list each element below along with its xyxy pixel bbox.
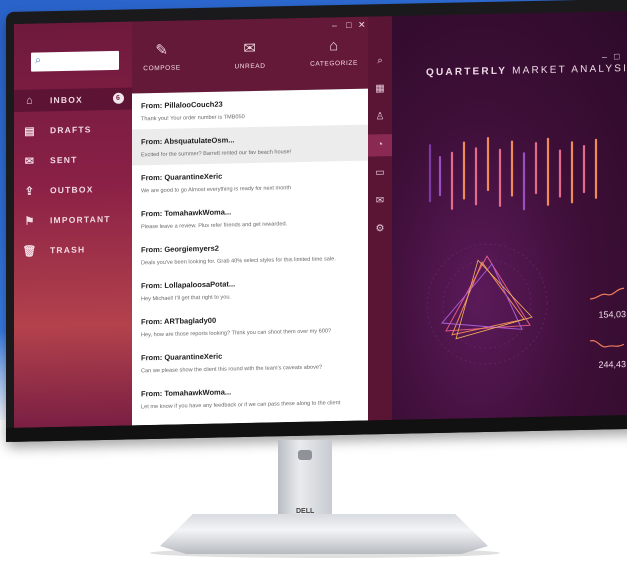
radial-visual [426, 243, 548, 365]
mail-toolbar: ✎ COMPOSE ✉ UNREAD ⌂ CATEGORIZE – □ ✕ [132, 16, 368, 94]
analytics-icon[interactable]: ◔ [368, 134, 392, 157]
flag-icon: ⚑ [24, 215, 36, 228]
list-item[interactable]: From: ARTbaglady00 Hey, how are those re… [132, 305, 368, 346]
nav-trash-label: TRASH [50, 244, 86, 256]
message-sender: From: TomahawkWoma... [141, 387, 232, 399]
tag-icon: ⌂ [329, 37, 339, 55]
trash-icon: 🗑 [22, 245, 38, 258]
maximize-icon[interactable]: □ [614, 51, 619, 61]
envelope-icon: ✉ [243, 39, 257, 58]
mail-icon[interactable]: ✉ [368, 190, 392, 213]
minimize-icon[interactable]: – [332, 20, 337, 30]
mail-sidebar: ⌕ ⌂ INBOX 6 ▤ DRAFTS ✉ SENT ⇪ OUTBOX ⚑ I… [14, 21, 132, 428]
nav-important[interactable]: ⚑ IMPORTANT [14, 208, 132, 232]
market-analysis-panel: – □ ✕ QUARTERLY MARKET ANALYSIS [392, 11, 627, 421]
dell-logo: DELL [296, 508, 315, 515]
nav-outbox-label: OUTBOX [50, 184, 94, 196]
search-input[interactable]: ⌕ [31, 50, 119, 72]
message-preview: Can we please show the client this round… [141, 364, 323, 375]
message-sender: From: LollapaloosaPotat... [141, 279, 236, 291]
nav-trash[interactable]: 🗑 TRASH [14, 238, 132, 262]
analysis-title-rest: MARKET ANALYSIS [507, 62, 627, 77]
list-item[interactable]: From: PillalooCouch23 Thank you! Your or… [132, 89, 368, 130]
nav-important-label: IMPORTANT [50, 213, 111, 226]
compose-button[interactable]: ✎ COMPOSE [132, 40, 192, 73]
message-preview: Deals you've been looking for. Grab 40% … [141, 256, 336, 267]
list-item[interactable]: From: LollapaloosaPotat... Hey Michael! … [132, 269, 368, 310]
message-sender: From: TomahawkWoma... [141, 207, 232, 219]
message-sender: From: ARTbaglady00 [141, 315, 217, 327]
radial-ring [426, 243, 548, 365]
maximize-icon[interactable]: □ [346, 20, 351, 30]
stat-value-2: 244,43 [598, 359, 626, 370]
message-preview: Hey Michael! I'll get that right to you. [141, 294, 231, 303]
monitor-screen: ⌕ ⌂ INBOX 6 ▤ DRAFTS ✉ SENT ⇪ OUTBOX ⚑ I… [14, 11, 627, 429]
minimize-icon[interactable]: – [602, 52, 607, 62]
inbox-count-badge: 6 [113, 92, 124, 104]
sparkline-icon [590, 287, 624, 300]
message-preview: Excited for the summer? Barrett rented o… [141, 149, 292, 159]
chat-icon[interactable]: ▭ [368, 162, 392, 185]
message-sender: From: PillalooCouch23 [141, 99, 223, 111]
message-sender: From: AbsquatulateOsm... [141, 135, 235, 147]
outbox-icon: ⇪ [24, 185, 36, 198]
compose-label: COMPOSE [143, 64, 181, 73]
list-item[interactable]: From: AbsquatulateOsm... Excited for the… [132, 124, 368, 166]
sent-icon: ✉ [24, 155, 36, 168]
stand-cable-hole [298, 450, 312, 460]
message-preview: We are good to go Almost everything is r… [141, 185, 292, 195]
radial-ring [442, 259, 532, 349]
drafts-icon: ▤ [24, 125, 36, 138]
list-item[interactable]: From: TomahawkWoma... Let me know if you… [132, 377, 368, 418]
message-list: From: PillalooCouch23 Thank you! Your or… [132, 88, 368, 426]
bar-visual [428, 136, 598, 211]
users-icon[interactable]: ♙ [368, 106, 392, 129]
message-preview: Hey, how are those reports looking? Thin… [141, 328, 332, 339]
nav-sent-label: SENT [50, 154, 78, 166]
message-sender: From: QuarantineXeric [141, 351, 223, 363]
unread-button[interactable]: ✉ UNREAD [220, 38, 280, 70]
search-icon[interactable]: ⌕ [368, 50, 392, 73]
nav-sent[interactable]: ✉ SENT [14, 148, 132, 172]
nav-outbox[interactable]: ⇪ OUTBOX [14, 178, 132, 202]
list-item[interactable]: From: QuarantineXeric We are good to go … [132, 161, 368, 202]
nav-drafts-label: DRAFTS [50, 124, 92, 136]
analysis-title-bold: QUARTERLY [426, 65, 508, 79]
search-icon: ⌕ [35, 54, 42, 67]
message-sender: From: Georgiemyers2 [141, 243, 219, 255]
message-preview: Please leave a review. Plus refer friend… [141, 221, 288, 231]
nav-drafts[interactable]: ▤ DRAFTS [14, 118, 132, 142]
message-preview: Let me know if you have any feedback or … [141, 400, 341, 411]
categorize-label: CATEGORIZE [310, 59, 358, 68]
message-sender: From: QuarantineXeric [141, 171, 223, 183]
message-preview: Thank you! Your order number is TMB050 [141, 114, 245, 123]
nav-inbox[interactable]: ⌂ INBOX 6 [14, 87, 132, 112]
dashboard-icon[interactable]: ▦ [368, 78, 392, 101]
monitor-stand-base [160, 514, 488, 554]
close-icon[interactable]: ✕ [358, 20, 366, 31]
categorize-button[interactable]: ⌂ CATEGORIZE [304, 37, 364, 68]
list-item[interactable]: From: Georgiemyers2 Deals you've been lo… [132, 233, 368, 274]
stage: ⌕ ⌂ INBOX 6 ▤ DRAFTS ✉ SENT ⇪ OUTBOX ⚑ I… [0, 0, 627, 563]
pen-icon: ✎ [155, 41, 169, 60]
analysis-title: QUARTERLY MARKET ANALYSIS [426, 63, 627, 78]
list-item[interactable]: From: TomahawkWoma... Please leave a rev… [132, 197, 368, 238]
nav-inbox-label: INBOX [50, 94, 83, 106]
list-item[interactable]: From: QuarantineXeric Can we please show… [132, 341, 368, 382]
sparkline-icon [590, 340, 624, 348]
stat-value-1: 154,03 [598, 309, 626, 320]
inbox-icon: ⌂ [26, 94, 34, 107]
app-icon-strip: ⌕ ▦ ♙ ◔ ▭ ✉ ⚙ [368, 16, 392, 421]
unread-label: UNREAD [234, 62, 266, 71]
settings-icon[interactable]: ⚙ [368, 218, 392, 241]
radial-shape [440, 263, 523, 330]
